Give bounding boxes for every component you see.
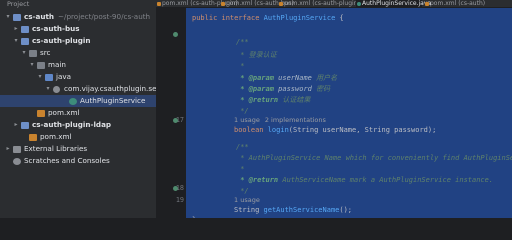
method-login: login (267, 126, 289, 134)
javadoc-param-username: * @param userName 用户名 (236, 74, 338, 82)
text-selection (186, 8, 512, 218)
javadoc-return: * @return 认证结果 (236, 96, 311, 104)
package-icon (53, 85, 60, 93)
editor-tab-label: AuthPluginService.java (362, 0, 432, 7)
project-tree-item[interactable]: AuthPluginService (0, 95, 156, 107)
project-tree-item[interactable]: ▾ cs-auth ~/project/post-90/cs-auth (0, 11, 156, 23)
project-tree-item[interactable]: ▸ cs-auth-plugin-ldap (0, 119, 156, 131)
javadoc2-desc: * AuthPluginService Name which for conve… (240, 154, 512, 162)
chevron-right-icon[interactable]: ▸ (4, 143, 12, 155)
code-line-getname: String getAuthServiceName(); (234, 206, 353, 214)
maven-icon (221, 2, 225, 6)
editor-gutter: 17 18 19 (156, 8, 186, 218)
tree-item-label: pom.xml (48, 108, 80, 117)
tree-item-label: main (48, 60, 66, 69)
method-getAuthServiceName: getAuthServiceName (263, 206, 340, 214)
project-panel-title[interactable]: Project (0, 0, 156, 10)
maven-icon (279, 2, 283, 6)
editor-area: pom.xml (cs-auth-plugin) pom.xml (cs-auth… (156, 0, 512, 218)
javadoc-close: */ (236, 107, 249, 115)
maven-icon (425, 2, 429, 6)
usages-hint: 1 usage (234, 116, 260, 124)
editor-tab[interactable]: pom.xml (cs-auth) (424, 0, 486, 7)
chevron-right-icon[interactable]: ▸ (12, 23, 20, 35)
folder-icon (29, 49, 37, 57)
interface-icon (69, 97, 77, 105)
editor-tab[interactable]: AuthPluginService.java (356, 0, 431, 7)
editor-tab-bar: pom.xml (cs-auth-plugin) pom.xml (cs-auth… (156, 0, 512, 8)
inlay-hint-login[interactable]: 1 usage 2 implementations (234, 116, 331, 124)
chevron-down-icon[interactable]: ▾ (28, 59, 36, 71)
editor-tab[interactable]: pom.xml (cs-auth-plugin) (156, 0, 238, 7)
tree-item-label: src (40, 48, 51, 57)
project-tree-item[interactable]: pom.xml (0, 131, 156, 143)
project-tree-item[interactable]: ▾ cs-auth-plugin (0, 35, 156, 47)
project-tree-item[interactable]: ▾ java (0, 71, 156, 83)
maven-icon (157, 2, 161, 6)
tree-item-label: com.vijay.csauthplugin.servic (64, 84, 156, 93)
folder-icon (37, 61, 45, 69)
javadoc-login-desc: * 登录认证 (236, 51, 277, 59)
usages-hint: 1 usage (234, 196, 260, 204)
module-folder-icon (21, 37, 29, 45)
tree-item-label: cs-auth (24, 12, 55, 21)
code-view[interactable]: public interface AuthPluginService { /**… (186, 8, 512, 218)
tree-item-label: cs-auth-bus (32, 24, 80, 33)
chevron-down-icon[interactable]: ▾ (4, 11, 12, 23)
maven-icon (37, 109, 45, 117)
editor-tab-label: pom.xml (cs-auth) (430, 0, 486, 7)
project-tree-item[interactable]: Scratches and Consoles (0, 155, 156, 167)
code-line-login: boolean login(String userName, String pa… (234, 126, 437, 134)
project-tree-item[interactable]: ▾ main (0, 59, 156, 71)
code-line-interface: public interface AuthPluginService { (192, 14, 344, 22)
library-icon (13, 145, 21, 153)
chevron-down-icon[interactable]: ▾ (44, 83, 52, 95)
tree-item-label: External Libraries (24, 144, 88, 153)
chevron-down-icon[interactable]: ▾ (20, 47, 28, 59)
javadoc-param-password: * @param password 密码 (236, 85, 331, 93)
project-tree-item[interactable]: ▾ com.vijay.csauthplugin.servic (0, 83, 156, 95)
editor-tab[interactable]: pom.xml (cs-auth-bus) (220, 0, 294, 7)
tree-item-label: cs-auth-plugin-ldap (32, 120, 112, 129)
project-tree-item[interactable]: pom.xml (0, 107, 156, 119)
tree-item-label: pom.xml (40, 132, 72, 141)
scratch-icon (13, 157, 21, 165)
javadoc2-star: * (236, 165, 245, 173)
code-line-close-brace: } (192, 216, 196, 218)
javadoc-star: * (236, 62, 245, 70)
editor-tab[interactable]: pom.xml (cs-auth-plugin-ldap) (278, 0, 375, 7)
javadoc2-return: * @return AuthServiceName mark a AuthPlu… (236, 176, 494, 184)
chevron-right-icon[interactable]: ▸ (12, 119, 20, 131)
implemented-method-icon[interactable] (173, 118, 178, 123)
implemented-method-icon[interactable] (173, 32, 178, 37)
maven-icon (29, 133, 37, 141)
interface-name: AuthPluginService (263, 14, 336, 22)
javadoc-open: /** (236, 38, 249, 46)
javadoc2-open: /** (236, 143, 249, 151)
javadoc2-close: */ (236, 187, 249, 195)
implemented-method-icon[interactable] (173, 186, 178, 191)
project-tree-item[interactable]: ▸ cs-auth-bus (0, 23, 156, 35)
source-folder-icon (45, 73, 53, 81)
project-tree-item[interactable]: ▾ src (0, 47, 156, 59)
project-tool-window: Project ▾ cs-auth ~/project/post-90/cs-aut… (0, 0, 156, 218)
tree-item-label: java (56, 72, 72, 81)
module-folder-icon (21, 121, 29, 129)
inlay-hint-getname[interactable]: 1 usage (234, 196, 265, 204)
tree-item-label: Scratches and Consoles (24, 156, 110, 165)
tree-item-label: cs-auth-plugin (32, 36, 91, 45)
tree-item-path: ~/project/post-90/cs-auth (58, 12, 151, 21)
project-tree-item[interactable]: ▸ External Libraries (0, 143, 156, 155)
chevron-down-icon[interactable]: ▾ (12, 35, 20, 47)
implementations-hint: 2 implementations (264, 116, 326, 124)
line-number[interactable]: 19 (176, 196, 184, 204)
chevron-down-icon[interactable]: ▾ (36, 71, 44, 83)
tree-item-label: AuthPluginService (80, 96, 146, 105)
module-folder-icon (13, 13, 21, 21)
interface-icon (357, 2, 361, 6)
module-folder-icon (21, 25, 29, 33)
